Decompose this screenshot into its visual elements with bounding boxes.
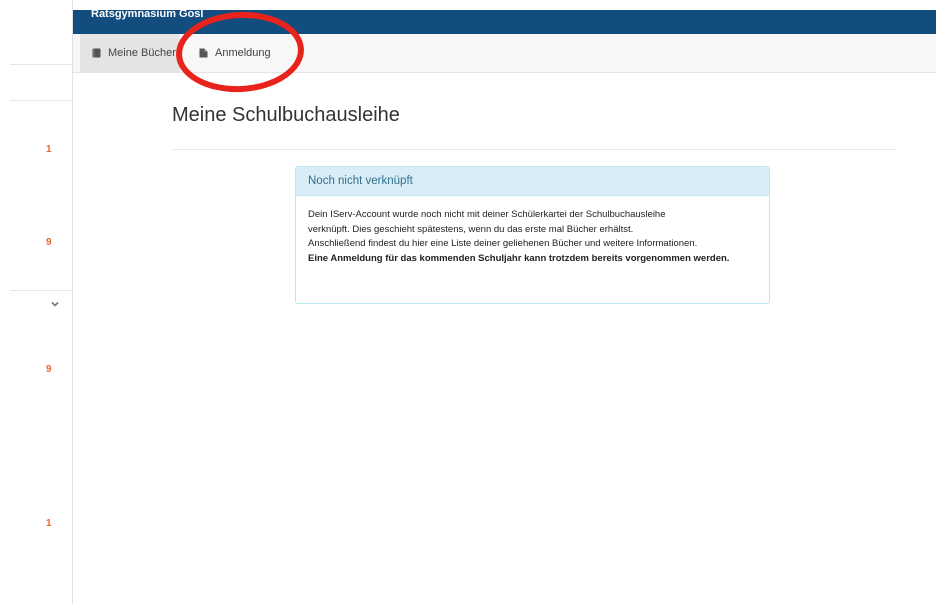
sidebar-count-badge: 9	[46, 237, 52, 248]
sidebar-count-badge: 1	[46, 518, 52, 529]
sidebar-divider	[10, 100, 72, 101]
school-name: Ratsgymnasium Gosl	[91, 8, 204, 20]
title-divider	[172, 149, 896, 150]
sidebar-count-badge: 9	[46, 364, 52, 375]
chevron-down-icon[interactable]	[51, 300, 59, 308]
tab-label: Anmeldung	[215, 47, 271, 59]
tab-anmeldung[interactable]: Anmeldung	[199, 34, 271, 72]
page: 1 9 9 1 Ratsgymnasium Gosl Meine Bücher …	[0, 0, 936, 604]
file-icon	[199, 48, 208, 58]
sidebar-divider	[10, 64, 72, 65]
tab-bar: Meine Bücher Anmeldung	[73, 34, 936, 73]
panel-text-line: Anschließend findest du hier eine Liste …	[308, 238, 698, 249]
top-header-bar: Ratsgymnasium Gosl	[73, 8, 936, 34]
page-title: Meine Schulbuchausleihe	[172, 104, 400, 126]
panel-bold-notice: Eine Anmeldung für das kommenden Schulja…	[308, 252, 730, 264]
panel-text-line: verknüpft. Dies geschieht spätestens, we…	[308, 223, 634, 235]
left-sidebar: 1 9 9 1	[0, 0, 73, 604]
book-icon	[92, 48, 101, 58]
sidebar-count-badge: 1	[46, 144, 52, 155]
panel-body: Dein IServ-Account wurde noch nicht mit …	[296, 196, 769, 266]
tab-meine-buecher[interactable]: Meine Bücher	[80, 34, 180, 72]
panel-heading: Noch nicht verknüpft	[296, 167, 769, 196]
panel-text-line: Dein IServ-Account wurde noch nicht mit …	[308, 209, 666, 220]
info-panel: Noch nicht verknüpft Dein IServ-Account …	[295, 166, 770, 304]
sidebar-divider	[10, 290, 72, 291]
tab-label: Meine Bücher	[108, 47, 176, 59]
